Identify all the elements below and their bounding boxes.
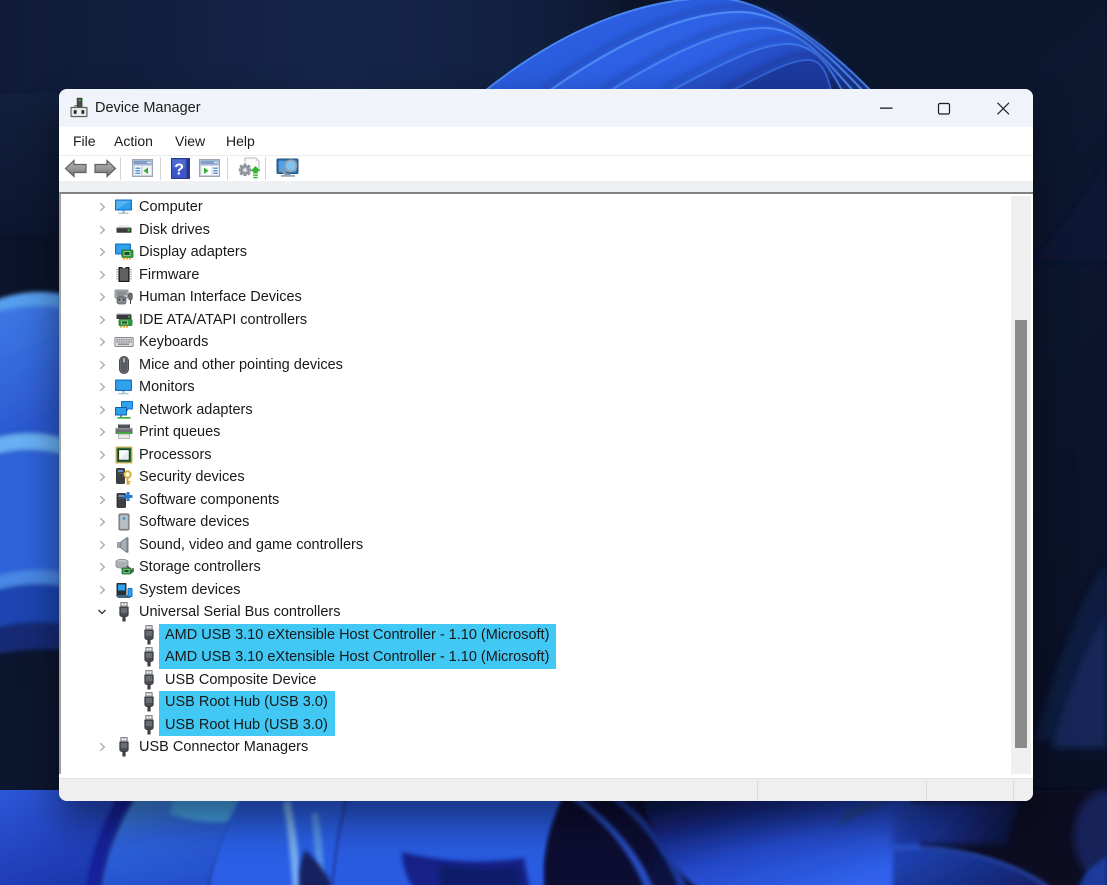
svg-text:?: ? (174, 162, 184, 179)
